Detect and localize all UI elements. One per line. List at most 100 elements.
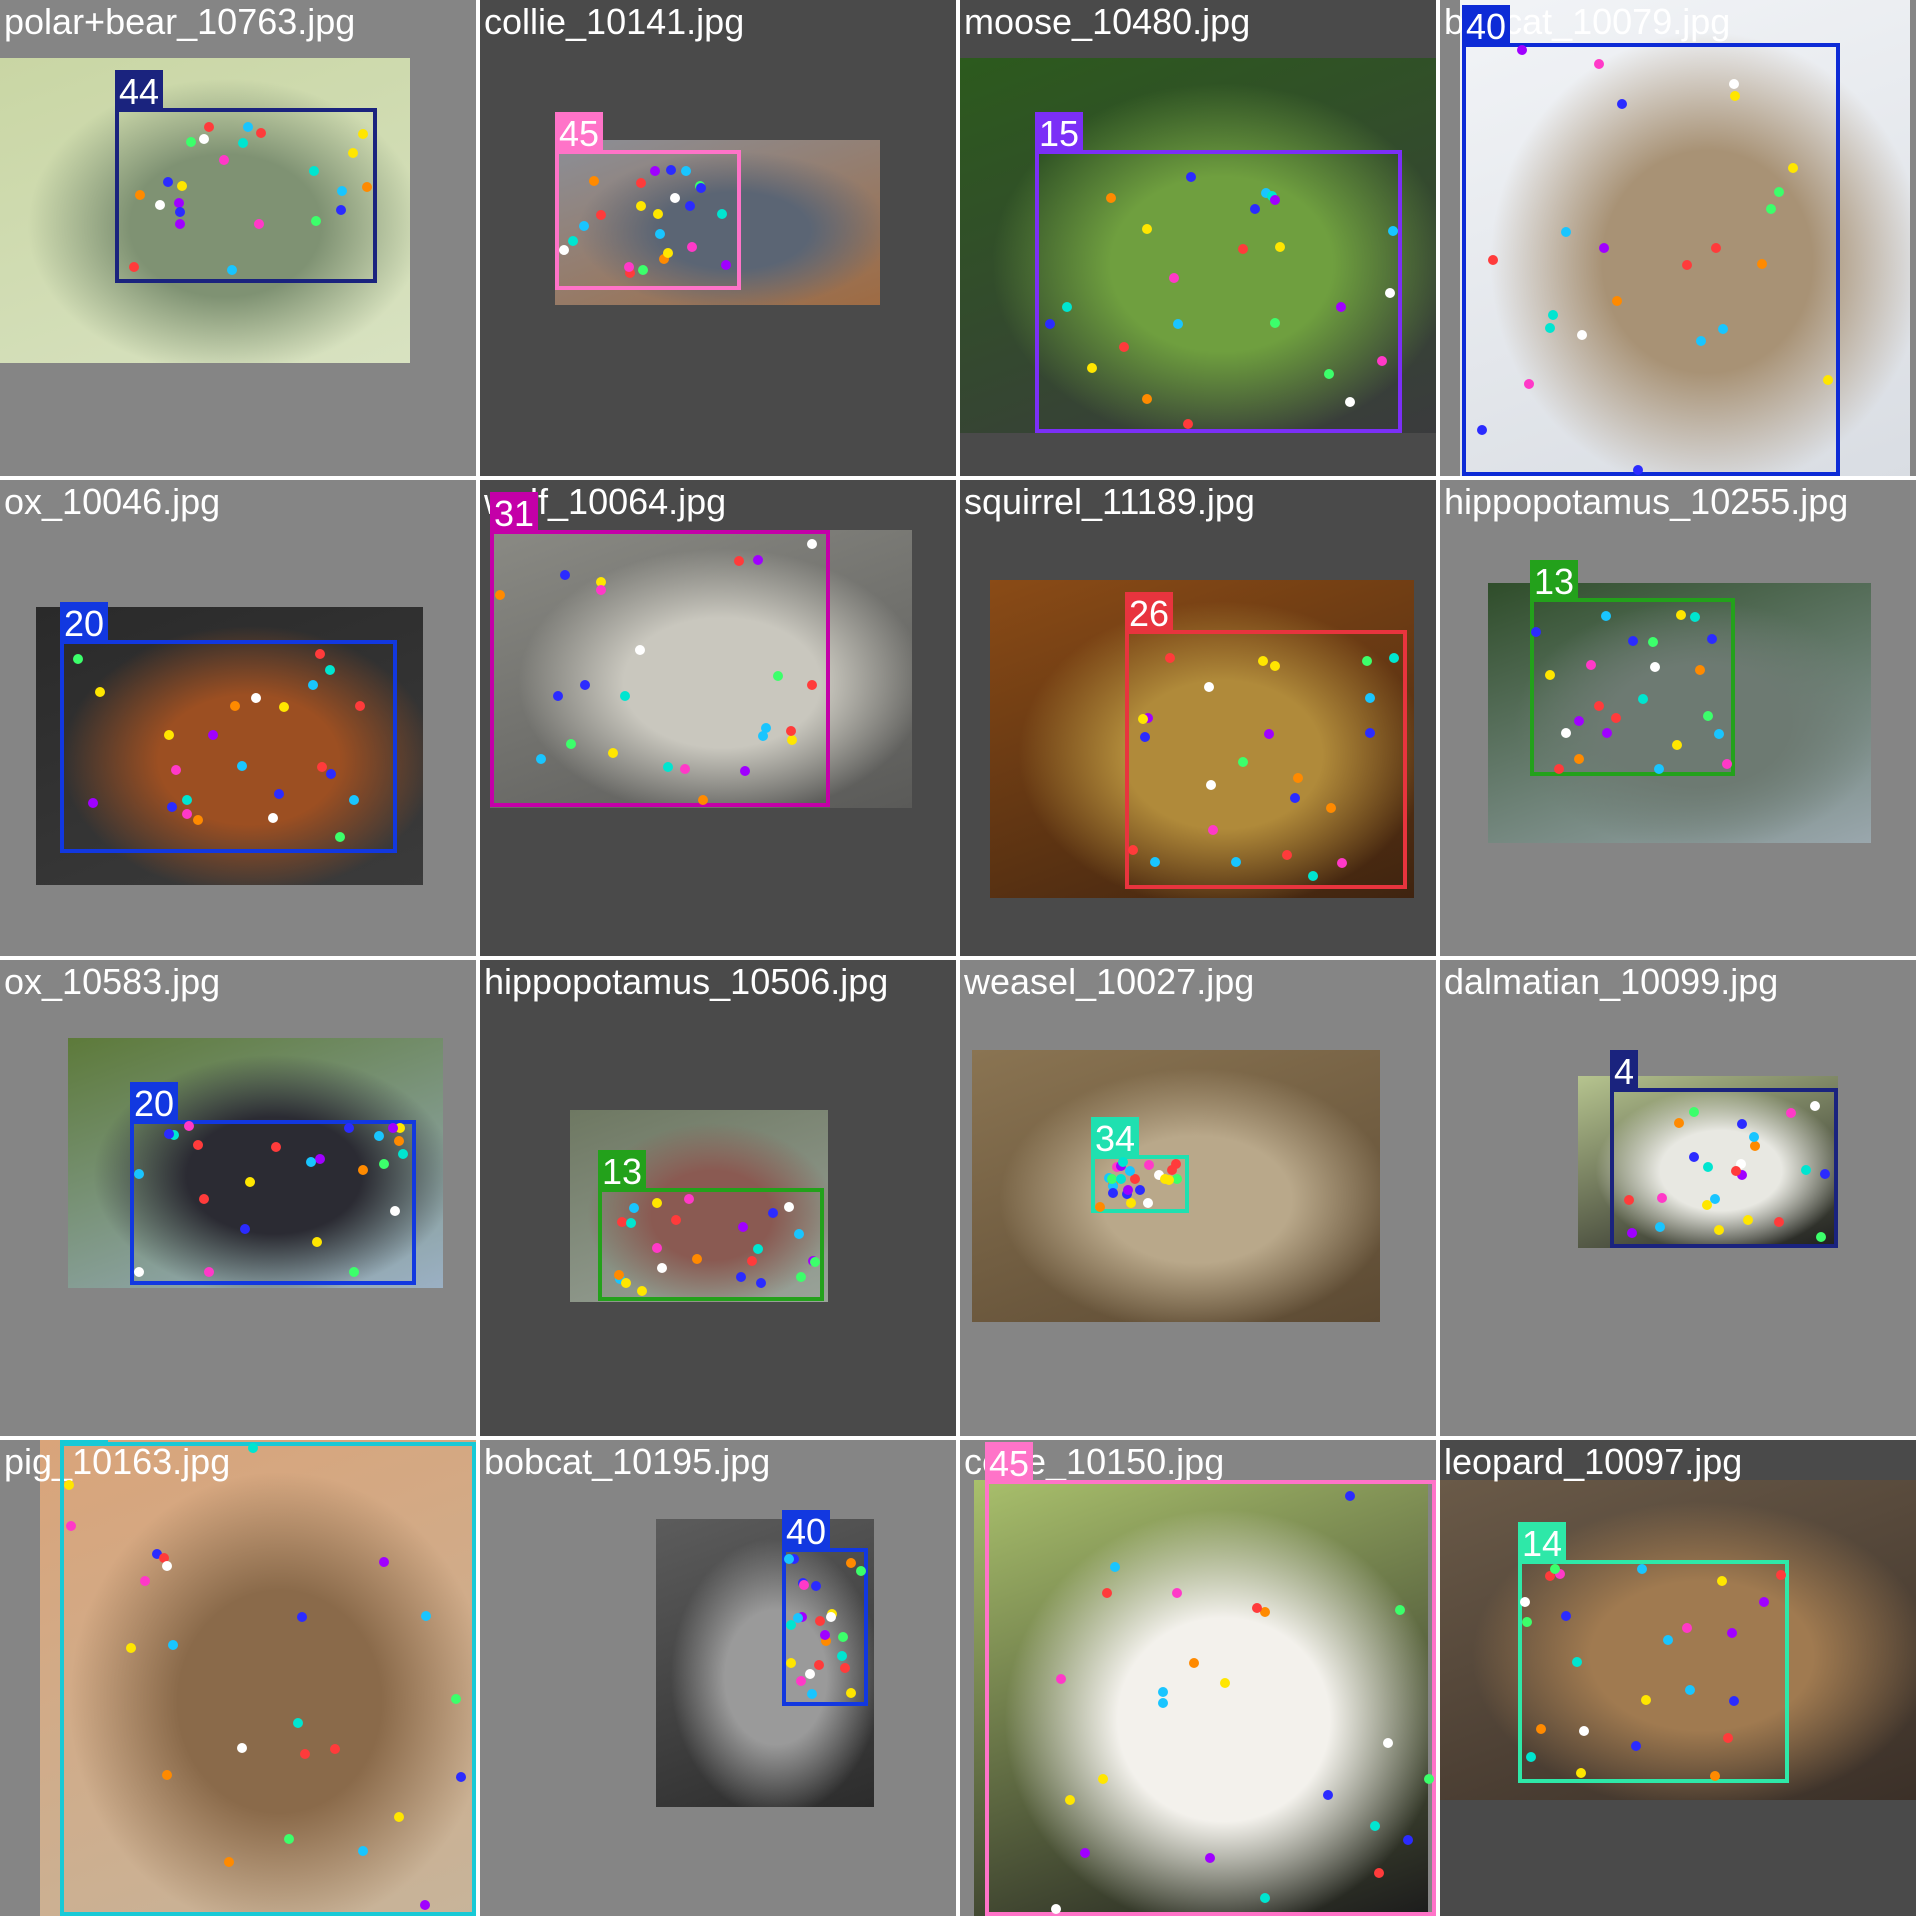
keypoint-dot (268, 812, 279, 823)
mosaic-tile: hippopotamus_10255.jpg 13 (1440, 480, 1916, 956)
keypoint-dot (733, 555, 744, 566)
keypoint-dot (785, 1657, 796, 1668)
keypoint-dot (735, 1271, 746, 1282)
keypoint-dot (307, 680, 318, 691)
keypoint-dot (565, 739, 576, 750)
keypoint-dot (588, 176, 599, 187)
keypoint-dot (1633, 464, 1644, 475)
keypoint-dot (1756, 259, 1767, 270)
keypoint-dot (720, 260, 731, 271)
keypoint-dot (387, 1123, 398, 1134)
keypoint-dot (73, 653, 84, 664)
bounding-box: 31 (490, 492, 830, 807)
image-filename: bobcat_10195.jpg (484, 1441, 771, 1482)
keypoint-dot (1388, 225, 1399, 236)
image-filename: collie_10141.jpg (484, 1, 745, 42)
keypoint-dot (1721, 758, 1732, 769)
keypoint-dot (810, 1581, 821, 1592)
keypoint-dot (198, 134, 209, 145)
keypoint-dot (795, 1272, 806, 1282)
keypoint-dot (357, 1846, 368, 1857)
keypoint-dot (656, 1262, 667, 1273)
keypoint-dot (655, 228, 666, 239)
image-mosaic: polar+bear_10763.jpg 44 collie_10141.jpg 45… (0, 0, 1920, 1920)
class-id-label: 20 (130, 1082, 179, 1124)
mosaic-tile: ox_10583.jpg 20 (0, 960, 476, 1436)
keypoint-dot (1064, 1795, 1075, 1806)
keypoint-dot (314, 648, 325, 659)
keypoint-dot (347, 147, 358, 158)
keypoint-dot (174, 218, 185, 229)
keypoint-dot (1389, 652, 1400, 663)
keypoint-dot (772, 670, 783, 681)
mosaic-tile: bobcat_10079.jpg 40 (1440, 0, 1916, 476)
keypoint-dot (855, 1566, 866, 1577)
keypoint-dot (1158, 1686, 1169, 1697)
keypoint-dot (1135, 1184, 1146, 1195)
keypoint-dot (239, 1224, 250, 1235)
keypoint-dot (394, 1811, 404, 1822)
keypoint-dot (378, 1158, 389, 1169)
bounding-box: 15 (1035, 112, 1402, 433)
mosaic-tile: hippopotamus_10506.jpg 13 (480, 960, 956, 1436)
keypoint-dot (1749, 1131, 1760, 1142)
keypoint-dot (1143, 1197, 1154, 1208)
class-id-label: 13 (1530, 560, 1579, 602)
keypoint-dot (1150, 856, 1161, 867)
bounding-box: 14 (1518, 1522, 1789, 1783)
class-id-label: 26 (1125, 592, 1174, 634)
keypoint-dot (335, 205, 346, 216)
keypoint-dot (1115, 1173, 1126, 1184)
keypoint-dot (836, 1651, 847, 1662)
mosaic-tile: bobcat_10195.jpg 40 (480, 1440, 956, 1916)
keypoint-dot (1361, 655, 1372, 666)
class-id-label: 44 (115, 70, 164, 112)
class-id-label: 41 (60, 1440, 109, 1446)
keypoint-dot (1055, 1673, 1066, 1684)
mosaic-tile: weasel_10027.jpg 34 (960, 960, 1436, 1436)
keypoint-dot (1576, 329, 1587, 340)
keypoint-dot (1560, 227, 1571, 238)
keypoint-dot (1575, 1768, 1586, 1779)
keypoint-dot (1423, 1773, 1434, 1784)
keypoint-dot (1374, 1867, 1385, 1878)
keypoint-dot (1593, 58, 1604, 69)
keypoint-dot (1143, 1159, 1154, 1170)
class-id-label: 34 (1091, 1117, 1140, 1159)
keypoint-dot (670, 1215, 681, 1226)
keypoint-dot (455, 1771, 466, 1782)
keypoint-dot (237, 137, 248, 148)
keypoint-dot (662, 761, 673, 772)
keypoint-dot (273, 788, 284, 799)
keypoint-dot (1730, 1165, 1741, 1176)
keypoint-dot (1525, 1752, 1536, 1763)
keypoint-dot (1531, 626, 1542, 637)
class-id-label: 15 (1035, 112, 1084, 154)
bounding-box: 41 (60, 1440, 476, 1916)
bounding-box: 45 (985, 1442, 1436, 1916)
keypoint-dot (1139, 731, 1150, 742)
bounding-box: 40 (1462, 5, 1840, 476)
mosaic-tile: ox_10046.jpg 20 (0, 480, 476, 956)
keypoint-dot (1101, 1588, 1112, 1599)
keypoint-dot (692, 1253, 703, 1264)
bounding-box: 45 (555, 112, 741, 290)
keypoint-dot (1729, 1695, 1740, 1706)
keypoint-dot (139, 1575, 150, 1586)
keypoint-dot (1598, 242, 1609, 253)
keypoint-dot (1702, 710, 1713, 721)
mosaic-tile: polar+bear_10763.jpg 44 (0, 0, 476, 476)
keypoint-dot (1137, 713, 1148, 724)
keypoint-dot (495, 589, 506, 600)
keypoint-dot (628, 1203, 639, 1214)
keypoint-dot (1322, 1790, 1333, 1801)
image-filename: polar+bear_10763.jpg (4, 1, 356, 42)
keypoint-dot (1773, 186, 1784, 197)
keypoint-dot (794, 1228, 805, 1239)
keypoint-dot (567, 235, 578, 246)
keypoint-dot (620, 690, 631, 701)
keypoint-dot (635, 200, 646, 211)
keypoint-dot (204, 1266, 215, 1277)
keypoint-dot (1654, 1221, 1665, 1232)
keypoint-dot (253, 218, 264, 229)
